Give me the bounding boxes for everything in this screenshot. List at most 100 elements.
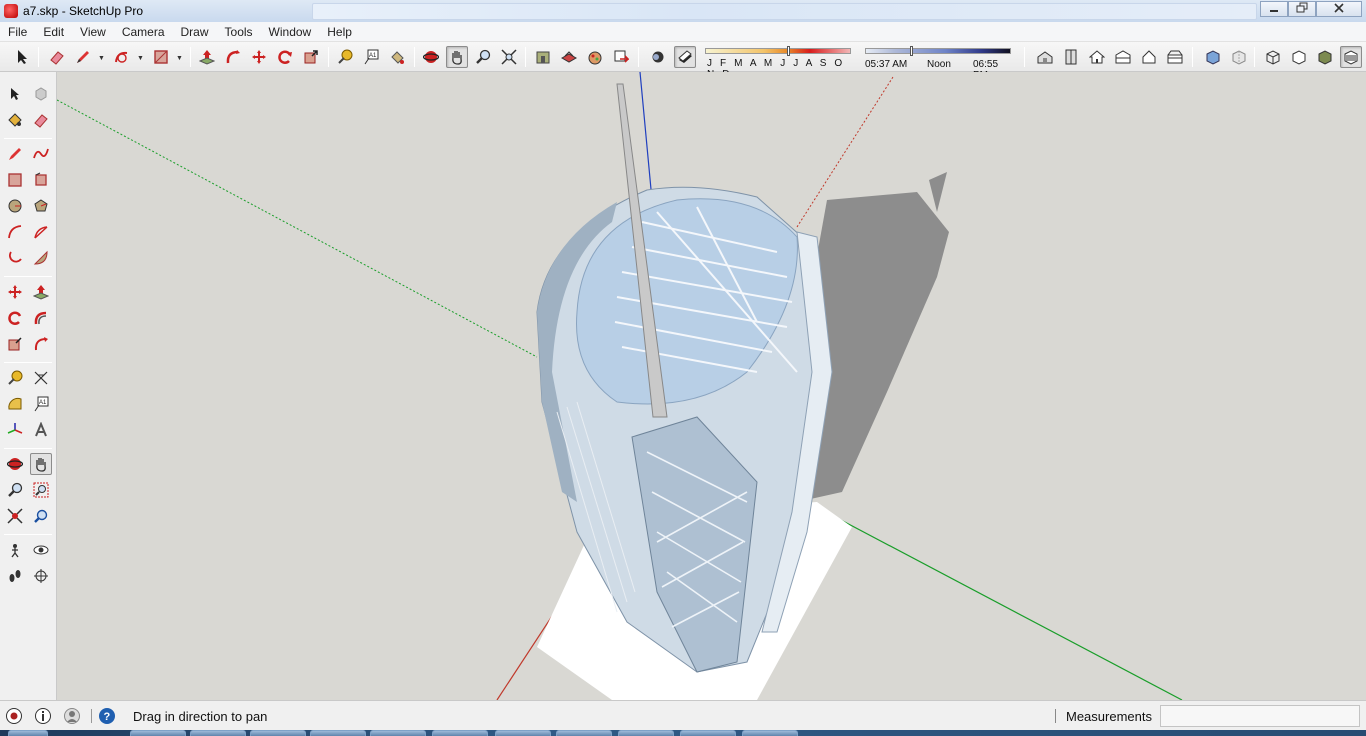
rectangle-tool[interactable]	[4, 169, 26, 191]
orbit-tool[interactable]	[4, 453, 26, 475]
look-around-tool[interactable]	[30, 539, 52, 561]
rotate-tool-button[interactable]	[274, 46, 296, 68]
pencil-tool-button[interactable]	[72, 46, 94, 68]
left-view-button[interactable]	[1164, 46, 1186, 68]
follow-me-tool[interactable]	[30, 307, 52, 329]
walk-tool[interactable]	[4, 565, 26, 587]
taskbar-item[interactable]	[370, 730, 426, 736]
paint-bucket-tool[interactable]	[4, 109, 26, 131]
pan-tool[interactable]	[30, 453, 52, 475]
rectangle-tool-button[interactable]	[150, 46, 172, 68]
model-canvas[interactable]	[57, 72, 1366, 700]
make-component-tool[interactable]	[30, 83, 52, 105]
menu-camera[interactable]: Camera	[114, 25, 173, 39]
right-view-button[interactable]	[1112, 46, 1134, 68]
iso-view-button[interactable]	[1034, 46, 1056, 68]
components-button[interactable]	[558, 46, 580, 68]
position-camera-tool[interactable]	[4, 539, 26, 561]
eraser-tool-button[interactable]	[46, 46, 68, 68]
axes-tool[interactable]	[4, 419, 26, 441]
freehand-tool[interactable]	[30, 143, 52, 165]
taskbar-item[interactable]	[495, 730, 551, 736]
section-plane-tool[interactable]	[30, 565, 52, 587]
menu-draw[interactable]: Draw	[173, 25, 217, 39]
select-tool-button[interactable]	[11, 46, 33, 68]
minimize-button[interactable]	[1260, 1, 1288, 17]
rotate-tool[interactable]	[4, 307, 26, 329]
top-view-button[interactable]	[1060, 46, 1082, 68]
materials-button[interactable]	[584, 46, 606, 68]
geo-location-button[interactable]	[4, 706, 23, 725]
pencil-dropdown-arrow[interactable]: ▼	[98, 55, 105, 62]
tape-measure-tool-button[interactable]	[334, 46, 356, 68]
scale-tool[interactable]	[4, 333, 26, 355]
polygon-tool[interactable]	[30, 195, 52, 217]
taskbar-item[interactable]	[556, 730, 612, 736]
text-tool[interactable]: A1	[30, 393, 52, 415]
restore-button[interactable]	[1288, 1, 1316, 17]
two-point-arc-tool[interactable]	[30, 221, 52, 243]
shaded-style-button[interactable]	[1314, 46, 1336, 68]
arc-dropdown-arrow[interactable]: ▼	[137, 55, 144, 62]
taskbar-item[interactable]	[190, 730, 246, 736]
3d-text-tool[interactable]	[30, 419, 52, 441]
push-pull-tool[interactable]	[30, 281, 52, 303]
taskbar-item-sketchup[interactable]	[432, 730, 488, 736]
zoom-window-tool[interactable]	[30, 479, 52, 501]
menu-tools[interactable]: Tools	[217, 25, 261, 39]
zoom-extents-tool[interactable]	[4, 505, 26, 527]
zoom-tool[interactable]	[4, 479, 26, 501]
circle-tool[interactable]	[4, 195, 26, 217]
select-tool[interactable]	[4, 83, 26, 105]
hidden-line-style-button[interactable]	[1288, 46, 1310, 68]
taskbar-item[interactable]	[742, 730, 798, 736]
display-shadows-button[interactable]	[674, 46, 696, 68]
previous-view-tool[interactable]	[30, 505, 52, 527]
taskbar-item[interactable]	[310, 730, 366, 736]
shadow-date-thumb[interactable]	[787, 46, 790, 56]
eraser-tool[interactable]	[30, 109, 52, 131]
pan-tool-button[interactable]	[446, 46, 468, 68]
text-tool-button[interactable]: A1	[360, 46, 382, 68]
follow-me-tool-button[interactable]	[222, 46, 244, 68]
model-viewport[interactable]	[57, 72, 1366, 700]
orbit-tool-button[interactable]	[420, 46, 442, 68]
push-pull-tool-button[interactable]	[196, 46, 218, 68]
taskbar-item[interactable]	[618, 730, 674, 736]
menu-help[interactable]: Help	[319, 25, 360, 39]
arc-tool[interactable]	[4, 221, 26, 243]
offset-tool[interactable]	[30, 333, 52, 355]
move-tool-button[interactable]	[248, 46, 270, 68]
line-tool[interactable]	[4, 143, 26, 165]
tape-measure-tool[interactable]	[4, 367, 26, 389]
shadow-time-thumb[interactable]	[910, 46, 913, 56]
taskbar-item[interactable]	[250, 730, 306, 736]
sketchup-app-icon[interactable]	[4, 4, 18, 18]
shadow-time-slider[interactable]: 05:37 AM Noon 06:55 PM	[865, 46, 1015, 81]
menu-window[interactable]: Window	[261, 25, 320, 39]
menu-view[interactable]: View	[72, 25, 114, 39]
taskbar-item[interactable]	[130, 730, 186, 736]
paint-bucket-tool-button[interactable]	[386, 46, 408, 68]
monochrome-style-button[interactable]	[1340, 46, 1362, 68]
wireframe-style-button[interactable]	[1262, 46, 1284, 68]
shadow-date-slider[interactable]: J F M A M J J A S O N D	[705, 46, 853, 80]
close-button[interactable]	[1316, 1, 1362, 17]
credits-button[interactable]	[33, 706, 52, 725]
scale-tool-button[interactable]	[300, 46, 322, 68]
rectangle-dropdown-arrow[interactable]: ▼	[176, 55, 183, 62]
xray-style-button[interactable]	[1202, 46, 1224, 68]
back-view-button[interactable]	[1138, 46, 1160, 68]
rotated-rectangle-tool[interactable]	[30, 169, 52, 191]
menu-edit[interactable]: Edit	[35, 25, 72, 39]
warehouse-button[interactable]	[532, 46, 554, 68]
back-edges-style-button[interactable]	[1228, 46, 1250, 68]
zoom-extents-tool-button[interactable]	[498, 46, 520, 68]
protractor-tool[interactable]	[4, 393, 26, 415]
start-button[interactable]	[8, 730, 48, 736]
zoom-tool-button[interactable]	[472, 46, 494, 68]
taskbar-item[interactable]	[680, 730, 736, 736]
three-point-arc-tool[interactable]	[4, 247, 26, 269]
measurements-input[interactable]	[1160, 705, 1360, 727]
sign-in-button[interactable]	[62, 706, 81, 725]
